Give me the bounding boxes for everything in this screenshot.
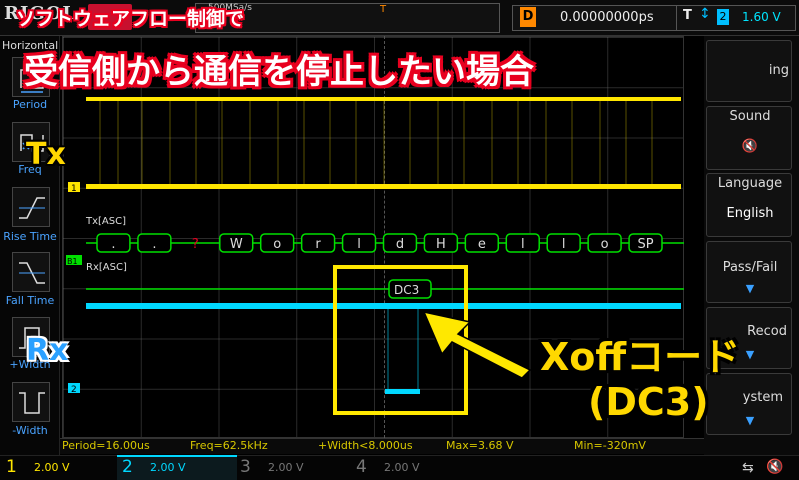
rx-tag: Rx (26, 333, 69, 368)
overlay-caption-line1: ソフトウェアフロー制御で (16, 8, 245, 30)
xoff-code-label: Xoffコード (540, 335, 741, 379)
tx-tag: Tx (26, 137, 66, 172)
overlay-caption-line2: 受信側から通信を停止したい場合 (24, 52, 534, 92)
dc3-label: (DC3) (588, 380, 709, 424)
